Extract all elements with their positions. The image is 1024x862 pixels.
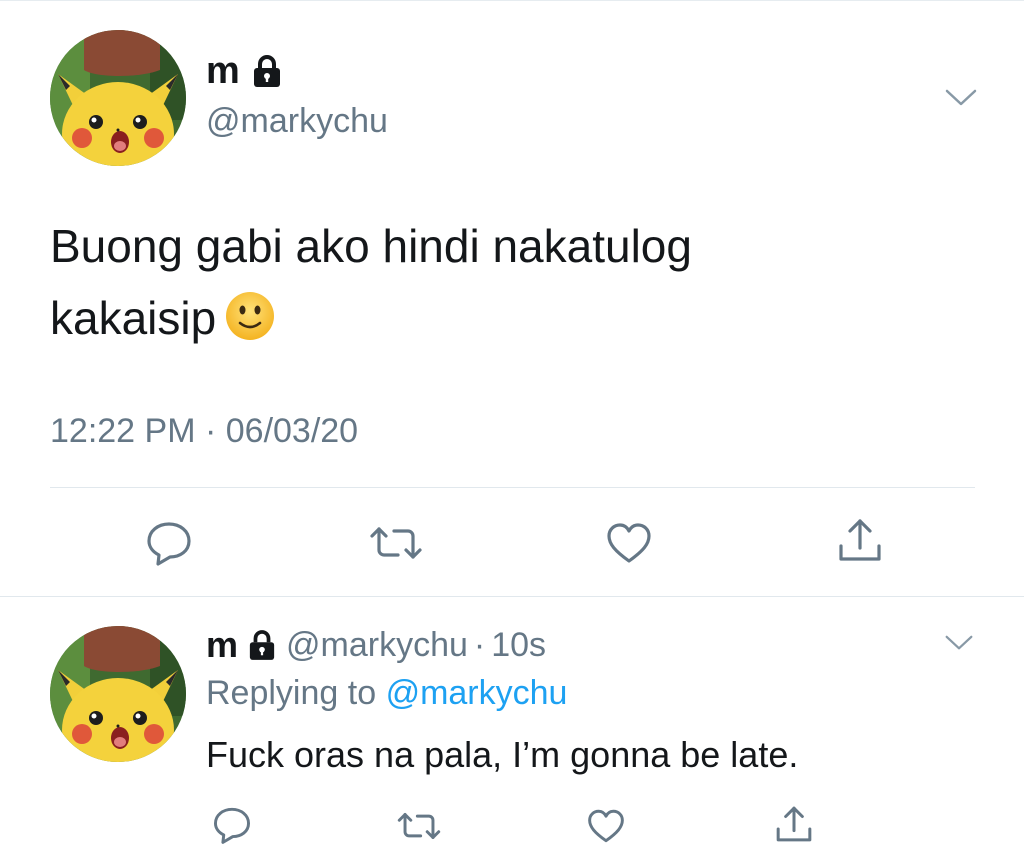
tweet-text-fragment: kakaisip [50,292,217,344]
reply-text: Fuck oras na pala, I’m gonna be late. [206,734,799,775]
chevron-down-icon[interactable] [944,634,978,654]
replying-to-label: Replying to [206,674,377,712]
tweet-timestamp[interactable]: 12:22 PM · 06/03/20 [50,412,358,451]
display-name[interactable]: m [206,50,240,93]
divider [50,487,975,488]
pikachu-avatar-image [50,626,186,762]
tweet-text-line: Buong gabi ako hindi nakatulog [50,220,692,272]
relative-timestamp[interactable]: 10s [491,626,546,665]
reply-icon[interactable] [212,806,252,844]
avatar[interactable] [50,30,186,166]
top-divider [0,0,1024,1]
retweet-icon[interactable] [396,812,442,840]
like-icon[interactable] [586,808,626,844]
replying-to: Replying to @markychu [206,674,567,713]
slightly-smiling-face-icon [224,290,276,342]
display-name[interactable]: m [206,624,238,666]
author-row: m [206,48,282,94]
mention-link[interactable]: @markychu [386,674,568,712]
retweet-icon[interactable] [368,526,424,560]
pikachu-avatar-image [50,30,186,166]
avatar[interactable] [50,626,186,762]
lock-icon [252,54,282,88]
separator-dot: · [473,625,486,664]
reply-icon[interactable] [145,520,193,566]
tweet-text-line: kakaisip [50,282,950,354]
lock-icon [248,629,276,661]
share-icon[interactable] [836,516,884,564]
username[interactable]: @markychu [206,102,388,141]
share-icon[interactable] [774,804,814,844]
tweet-text: Buong gabi ako hindi nakatulog kakaisip [50,210,950,354]
chevron-down-icon[interactable] [944,88,978,108]
like-icon[interactable] [605,521,653,565]
tweet-separator [0,596,1024,597]
username[interactable]: @markychu [286,626,468,665]
reply-author-row: m @markychu · 10s [206,622,546,668]
